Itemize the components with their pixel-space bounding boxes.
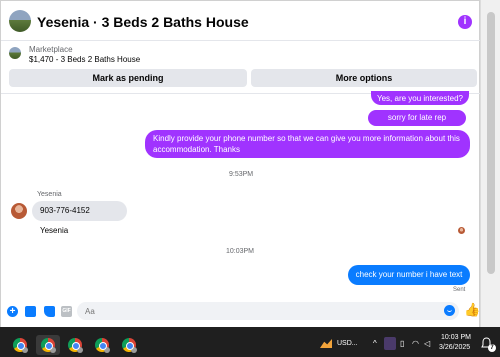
scrollbar-thumb[interactable]: [487, 12, 495, 274]
outgoing-message[interactable]: check your number i have text: [348, 265, 470, 285]
chrome-icon: [41, 338, 56, 353]
emoji-icon[interactable]: [444, 305, 455, 316]
message-timestamp: 9:53PM: [229, 171, 254, 178]
taskbar-chrome-button[interactable]: [63, 335, 87, 355]
chrome-icon: [95, 338, 110, 353]
outgoing-message[interactable]: Yes, are you interested?: [371, 91, 469, 105]
chat-scrollbar[interactable]: [480, 0, 500, 327]
stock-chart-icon[interactable]: [320, 339, 332, 348]
sender-avatar[interactable]: [11, 203, 27, 219]
tray-chevron-icon[interactable]: ^: [373, 339, 377, 348]
message-composer: + GIF 👍: [1, 299, 481, 328]
chrome-icon: [122, 338, 137, 353]
stock-widget-label[interactable]: USD...: [337, 340, 358, 347]
photo-icon[interactable]: [25, 306, 36, 317]
clock-date[interactable]: 3/26/2025: [439, 344, 470, 351]
sent-status: Sent: [453, 287, 466, 293]
taskbar-chrome-button[interactable]: [117, 335, 141, 355]
listing-thumbnail[interactable]: [9, 47, 21, 59]
contact-avatar[interactable]: [9, 10, 31, 32]
chat-title[interactable]: Yesenia · 3 Beds 2 Baths House: [37, 14, 249, 30]
sender-name: Yesenia: [37, 191, 62, 198]
message-timestamp: 10:03PM: [226, 248, 255, 255]
plus-icon[interactable]: +: [7, 306, 18, 317]
incoming-message[interactable]: 903-776-4152 Yesenia: [32, 201, 127, 235]
gif-icon[interactable]: GIF: [61, 306, 72, 317]
sticker-icon[interactable]: [44, 306, 55, 317]
messenger-window: Yesenia · 3 Beds 2 Baths House i Marketp…: [0, 0, 481, 328]
more-options-button[interactable]: More options: [251, 69, 477, 87]
taskbar-chrome-button[interactable]: [90, 335, 114, 355]
like-icon[interactable]: 👍: [464, 303, 480, 316]
message-input[interactable]: [77, 302, 459, 320]
taskbar: USD... ^ ▯ ◠ ◁ 10:03 PM 3/26/2025 7: [0, 331, 500, 357]
marketplace-listing: Marketplace $1,470 - 3 Beds 2 Baths Hous…: [1, 41, 481, 97]
listing-price-title[interactable]: $1,470 - 3 Beds 2 Baths House: [29, 55, 140, 64]
seen-indicator-avatar: [458, 227, 465, 234]
battery-icon[interactable]: ▯: [400, 339, 404, 348]
pen-menu-icon[interactable]: [384, 337, 396, 350]
outgoing-message[interactable]: sorry for late rep: [368, 110, 466, 126]
volume-icon[interactable]: ◁: [424, 339, 430, 348]
wifi-icon[interactable]: ◠: [412, 339, 419, 348]
clock-time[interactable]: 10:03 PM: [441, 334, 471, 341]
chat-header: Yesenia · 3 Beds 2 Baths House i: [1, 1, 481, 41]
chrome-icon: [13, 338, 28, 353]
mark-as-pending-button[interactable]: Mark as pending: [9, 69, 247, 87]
chrome-icon: [68, 338, 83, 353]
notification-count-badge: 7: [488, 344, 496, 352]
outgoing-message[interactable]: Kindly provide your phone number so that…: [145, 130, 470, 158]
taskbar-chrome-button[interactable]: [8, 335, 32, 355]
info-icon[interactable]: i: [458, 15, 472, 29]
taskbar-chrome-button[interactable]: [36, 335, 60, 355]
listing-source-label: Marketplace: [29, 45, 73, 54]
